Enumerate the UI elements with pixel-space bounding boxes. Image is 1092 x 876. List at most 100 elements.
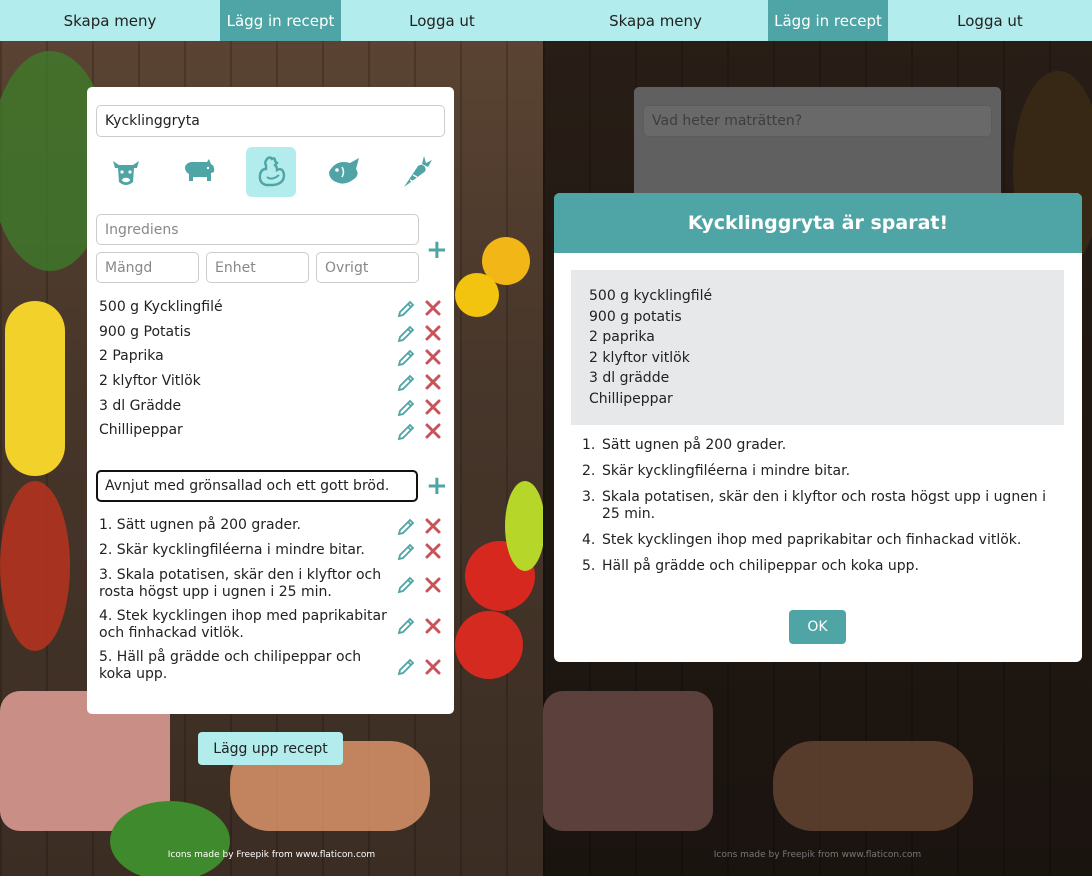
recipe-saved-screen: Skapa meny Lägg in recept Logga ut Kyckl… <box>543 0 1092 876</box>
saved-step: 3. Skala potatisen, skär den i klyftor oc… <box>582 489 1052 523</box>
step-text: 4. Stek kycklingen ihop med paprikabitar… <box>99 608 387 641</box>
recipe-form-card: + 500 g Kycklingfilé 900 g Potatis 2 Pap… <box>87 87 454 714</box>
saved-ingredient: 2 paprika <box>589 329 655 346</box>
step-text: Skala potatisen, skär den i klyftor och … <box>602 489 1047 522</box>
add-step-button[interactable]: + <box>426 473 448 499</box>
saved-ingredient: 3 dl grädde <box>589 370 670 387</box>
step-text: 3. Skala potatisen, skär den i klyftor o… <box>99 567 382 600</box>
delete-x-icon[interactable] <box>424 542 442 560</box>
saved-dialog: Kycklinggryta är sparat! 500 g kycklingf… <box>554 193 1082 662</box>
delete-x-icon[interactable] <box>424 373 442 391</box>
tomato-image-2 <box>455 611 523 679</box>
nav-create-menu[interactable]: Skapa meny <box>543 0 768 41</box>
ingredient-row: 2 Paprika <box>99 348 444 368</box>
ingredient-text: 2 klyftor Vitlök <box>99 373 201 389</box>
step-number: 5. <box>582 558 596 574</box>
nav-logout[interactable]: Logga ut <box>341 0 543 41</box>
delete-x-icon[interactable] <box>424 576 442 594</box>
parsley-image <box>110 801 230 876</box>
delete-x-icon[interactable] <box>424 299 442 317</box>
amount-input[interactable] <box>96 252 199 283</box>
category-chicken[interactable] <box>246 147 296 197</box>
ingredient-text: 2 Paprika <box>99 348 164 364</box>
category-cow[interactable] <box>101 147 151 197</box>
saved-ingredients: 500 g kycklingfilé 900 g potatis 2 papri… <box>571 270 1064 425</box>
category-selector <box>96 147 446 199</box>
saved-step: 5. Häll på grädde och chilipeppar och kok… <box>582 558 1052 575</box>
top-nav: Skapa meny Lägg in recept Logga ut <box>0 0 543 41</box>
step-text: 2. Skär kycklingfiléerna i mindre bitar. <box>99 542 365 558</box>
step-text: Sätt ugnen på 200 grader. <box>602 437 787 453</box>
step-row: 5. Häll på grädde och chilipeppar och ko… <box>99 649 444 685</box>
step-row: 4. Stek kycklingen ihop med paprikabitar… <box>99 608 444 644</box>
pencil-icon[interactable] <box>396 517 416 537</box>
lemon-image-2 <box>455 273 499 317</box>
category-fish[interactable] <box>319 147 369 197</box>
other-input[interactable] <box>316 252 419 283</box>
category-vegetable[interactable] <box>392 147 442 197</box>
delete-x-icon[interactable] <box>424 422 442 440</box>
ingredient-row: Chillipeppar <box>99 422 444 442</box>
saved-step: 2. Skär kycklingfiléerna i mindre bitar. <box>582 463 1052 480</box>
saved-ingredient: 900 g potatis <box>589 308 682 325</box>
unit-input[interactable] <box>206 252 309 283</box>
step-number: 2. <box>582 463 596 479</box>
pencil-icon[interactable] <box>396 657 416 677</box>
saved-step: 4. Stek kycklingen ihop med paprikabitar … <box>582 532 1052 549</box>
pepper-image <box>505 481 543 571</box>
crayfish-image <box>0 481 70 651</box>
icon-credit: Icons made by Freepik from www.flaticon.… <box>167 850 376 860</box>
cow-icon <box>113 161 139 185</box>
delete-x-icon[interactable] <box>424 398 442 416</box>
pencil-icon[interactable] <box>396 575 416 595</box>
delete-x-icon[interactable] <box>424 348 442 366</box>
pencil-icon[interactable] <box>396 422 416 442</box>
chicken-icon <box>258 156 286 187</box>
corn-image <box>5 301 65 476</box>
pencil-icon[interactable] <box>396 398 416 418</box>
ok-button[interactable]: OK <box>789 610 846 644</box>
step-text: Häll på grädde och chilipeppar och koka … <box>602 558 919 574</box>
delete-x-icon[interactable] <box>424 517 442 535</box>
pencil-icon[interactable] <box>396 542 416 562</box>
step-text: 5. Häll på grädde och chilipeppar och ko… <box>99 649 362 682</box>
delete-x-icon[interactable] <box>424 617 442 635</box>
ingredient-input[interactable] <box>96 214 419 245</box>
ingredient-text: 900 g Potatis <box>99 324 191 340</box>
recipe-form-screen: Skapa meny Lägg in recept Logga ut Kyckl… <box>0 0 543 876</box>
pencil-icon[interactable] <box>396 324 416 344</box>
step-number: 4. <box>582 532 596 548</box>
pencil-icon[interactable] <box>396 616 416 636</box>
carrot-icon <box>404 156 432 187</box>
nav-logout[interactable]: Logga ut <box>888 0 1092 41</box>
category-pig[interactable] <box>174 147 224 197</box>
saved-ingredient: 2 klyftor vitlök <box>589 349 690 366</box>
nav-add-recipe[interactable]: Lägg in recept <box>768 0 888 41</box>
pencil-icon[interactable] <box>396 299 416 319</box>
saved-ingredient: 500 g kycklingfilé <box>589 288 713 304</box>
nav-create-menu[interactable]: Skapa meny <box>0 0 220 41</box>
ingredient-row: 900 g Potatis <box>99 324 444 344</box>
step-text: 1. Sätt ugnen på 200 grader. <box>99 517 302 533</box>
publish-recipe-button[interactable]: Lägg upp recept <box>198 732 343 765</box>
pencil-icon[interactable] <box>396 348 416 368</box>
saved-step: 1. Sätt ugnen på 200 grader. <box>582 437 1052 454</box>
delete-x-icon[interactable] <box>424 658 442 676</box>
dish-name-input[interactable] <box>96 105 445 137</box>
step-text: Stek kycklingen ihop med paprikabitar oc… <box>602 532 1022 548</box>
ingredient-text: 3 dl Grädde <box>99 398 182 414</box>
ingredient-row: 2 klyftor Vitlök <box>99 373 444 393</box>
ingredient-text: Chillipeppar <box>99 422 183 438</box>
step-input[interactable]: Avnjut med grönsallad och ett gott bröd. <box>96 470 418 502</box>
step-row: 3. Skala potatisen, skär den i klyftor o… <box>99 567 444 603</box>
ingredient-row: 500 g Kycklingfilé <box>99 299 444 319</box>
pencil-icon[interactable] <box>396 373 416 393</box>
step-number: 1. <box>582 437 596 453</box>
nav-add-recipe[interactable]: Lägg in recept <box>220 0 341 41</box>
delete-x-icon[interactable] <box>424 324 442 342</box>
top-nav: Skapa meny Lägg in recept Logga ut <box>543 0 1092 41</box>
fish-icon <box>329 158 359 184</box>
step-row: 1. Sätt ugnen på 200 grader. <box>99 517 444 537</box>
ingredient-text: 500 g Kycklingfilé <box>99 299 223 315</box>
add-ingredient-button[interactable]: + <box>426 237 448 263</box>
